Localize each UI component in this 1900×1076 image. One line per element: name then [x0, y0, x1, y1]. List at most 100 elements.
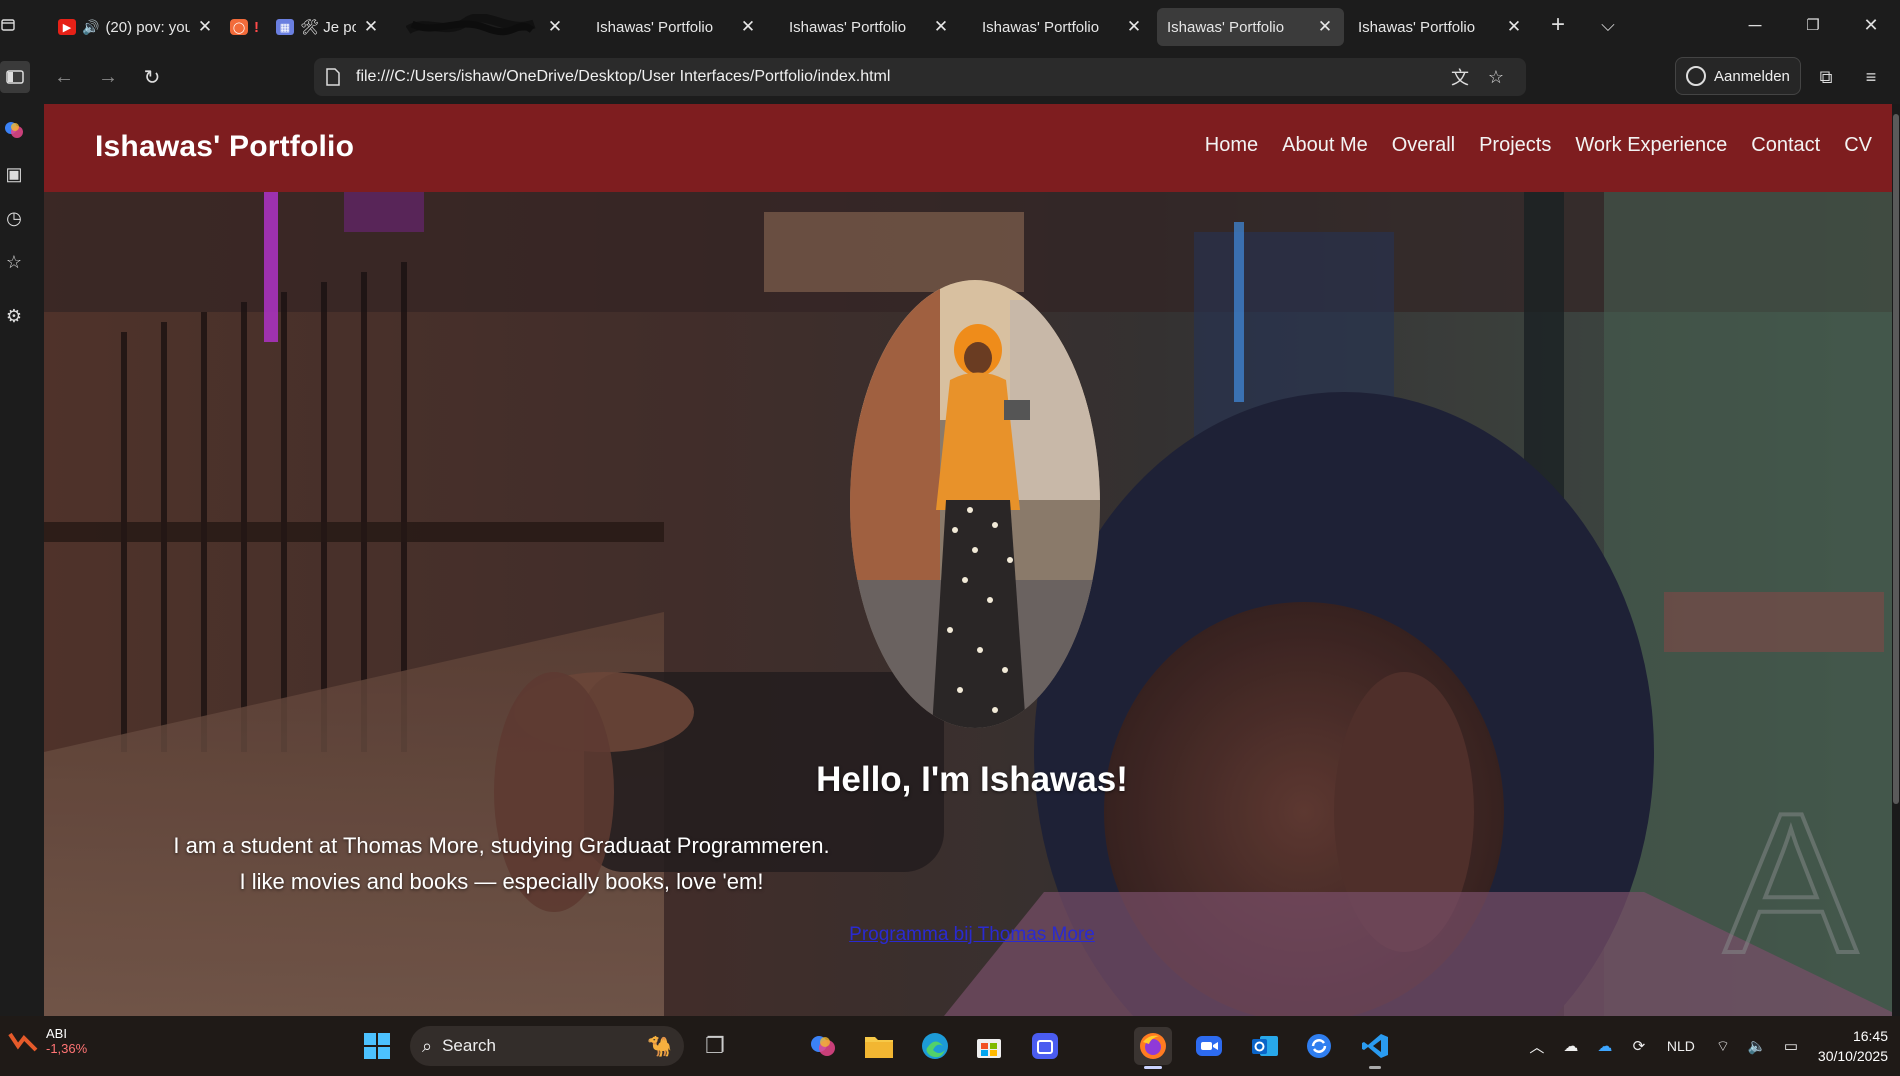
close-tab-icon[interactable]: ✕: [1505, 17, 1523, 37]
settings-icon[interactable]: ⚙: [0, 302, 28, 330]
reload-button[interactable]: ↻: [130, 57, 174, 97]
language-indicator[interactable]: NLD: [1656, 1016, 1706, 1076]
tab-youtube[interactable]: ▶ 🔊 (20) pov: you'r ✕: [48, 8, 224, 46]
translate-icon[interactable]: 文: [1442, 64, 1478, 90]
file-explorer-app[interactable]: [860, 1027, 898, 1065]
minimize-button[interactable]: ─: [1726, 0, 1784, 50]
profile-portrait: [850, 280, 1100, 728]
calendar-icon: ▦: [276, 19, 294, 35]
system-tray: ︿ ☁ ☁ ⟳ NLD ⌔ 🔈 ▭ 16:45 30/10/2025: [1520, 1016, 1900, 1076]
nav-projects[interactable]: Projects: [1479, 134, 1551, 157]
volume-icon[interactable]: 🔈: [1740, 1016, 1774, 1076]
close-tab-icon[interactable]: ✕: [739, 17, 757, 37]
store-app[interactable]: [970, 1027, 1008, 1065]
stock-change: -1,36%: [46, 1041, 88, 1056]
extensions-icon[interactable]: ⧉: [1811, 62, 1841, 92]
tab-app[interactable]: ◯ !: [224, 8, 270, 46]
new-tab-button[interactable]: +: [1533, 0, 1583, 50]
back-button[interactable]: ←: [42, 57, 86, 97]
outlook-app[interactable]: [1246, 1027, 1284, 1065]
url-text[interactable]: file:///C:/Users/ishaw/OneDrive/Desktop/…: [356, 68, 1442, 86]
tab-portfolio-2[interactable]: Ishawas' Portfolio ✕: [767, 8, 960, 46]
close-tab-icon[interactable]: ✕: [1125, 17, 1143, 37]
close-window-button[interactable]: ✕: [1842, 0, 1900, 50]
cloud-grey-icon[interactable]: ☁: [1554, 1016, 1588, 1076]
edge-icon: [922, 1033, 948, 1059]
tab-title: Ishawas' Portfolio: [1358, 18, 1476, 36]
tab-actions-menu-button[interactable]: [0, 0, 16, 50]
folder-icon: [865, 1037, 893, 1058]
restore-button[interactable]: ❐: [1784, 0, 1842, 50]
start-button[interactable]: [358, 1027, 396, 1065]
copilot-icon[interactable]: [0, 116, 28, 144]
edge-app[interactable]: [916, 1027, 954, 1065]
copilot-app[interactable]: [804, 1027, 842, 1065]
outlook-icon: [1252, 1036, 1278, 1056]
windows-taskbar: ABI -1,36% ⌕ Search 🐪 ❐ ︿ ☁ ☁ ⟳ NLD ⌔ 🔈 …: [0, 1016, 1900, 1076]
favorites-icon[interactable]: ☆: [0, 248, 28, 276]
wifi-icon[interactable]: ⌔: [1706, 1016, 1740, 1076]
collections-icon[interactable]: ▣: [0, 160, 28, 188]
close-tab-icon[interactable]: ✕: [196, 17, 214, 37]
nav-about-me[interactable]: About Me: [1282, 134, 1368, 157]
page-scrollbar[interactable]: [1892, 104, 1900, 1016]
nav-overall[interactable]: Overall: [1392, 134, 1455, 157]
tab-list-button[interactable]: ⌵: [1583, 0, 1633, 50]
tab-je-portfolio[interactable]: ▦ 🛠 Je portfo ✕: [270, 8, 386, 46]
nav-contact[interactable]: Contact: [1751, 134, 1820, 157]
thomas-more-program-link[interactable]: Programma bij Thomas More: [849, 924, 1095, 945]
taskbar-search[interactable]: ⌕ Search 🐪: [410, 1026, 684, 1066]
sidebar-toggle-button[interactable]: [0, 61, 30, 93]
hero-section: A Hello, I'm Ishawas! I am a student at …: [44, 192, 1900, 1016]
show-hidden-icons-button[interactable]: ︿: [1520, 1016, 1554, 1076]
zoom-app[interactable]: [1190, 1027, 1228, 1065]
hero-intro-line-2: I like movies and books — especially boo…: [239, 869, 764, 894]
scrollbar-thumb[interactable]: [1893, 114, 1899, 804]
close-tab-icon[interactable]: ✕: [932, 17, 950, 37]
sidebar-icon: [6, 70, 24, 84]
browser-toolbar: ← → ↻ file:///C:/Users/ishaw/OneDrive/De…: [0, 50, 1900, 104]
site-nav: Home About Me Overall Projects Work Expe…: [1205, 134, 1872, 157]
tab-title: Ishawas' Portfolio: [1167, 18, 1285, 36]
tab-portfolio-3[interactable]: Ishawas' Portfolio ✕: [960, 8, 1153, 46]
copilot-app-icon: [811, 1036, 835, 1056]
tab-portfolio-5[interactable]: Ishawas' Portfolio ✕: [1344, 8, 1533, 46]
taskbar-clock[interactable]: 16:45 30/10/2025: [1818, 1026, 1888, 1066]
sign-in-label: Aanmelden: [1714, 67, 1790, 85]
menu-icon[interactable]: ≡: [1856, 62, 1886, 92]
arrow-right-icon: →: [98, 65, 118, 88]
tab-portfolio-active[interactable]: Ishawas' Portfolio ✕: [1157, 8, 1344, 46]
window-controls: ─ ❐ ✕: [1726, 0, 1900, 50]
favorite-star-icon[interactable]: ☆: [1478, 67, 1514, 88]
firefox-app[interactable]: [1134, 1027, 1172, 1069]
sync-app[interactable]: [1300, 1027, 1338, 1065]
stock-name: ABI: [46, 1026, 67, 1041]
stock-widget[interactable]: ABI -1,36%: [8, 1026, 87, 1056]
task-view-icon: ❐: [705, 1033, 725, 1058]
nav-cv[interactable]: CV: [1844, 134, 1872, 157]
tab-actions-icon: [1, 19, 15, 31]
tab-strip: ▶ 🔊 (20) pov: you'r ✕ ◯ ! ▦ 🛠 Je portfo …: [0, 0, 1900, 50]
battery-icon[interactable]: ▭: [1774, 1016, 1808, 1076]
task-view-button[interactable]: ❐: [696, 1027, 734, 1065]
nav-home[interactable]: Home: [1205, 134, 1258, 157]
address-bar[interactable]: file:///C:/Users/ishaw/OneDrive/Desktop/…: [314, 58, 1526, 96]
site-header: Ishawas' Portfolio Home About Me Overall…: [44, 104, 1900, 192]
hero-intro: I am a student at Thomas More, studying …: [44, 828, 959, 900]
audio-icon[interactable]: 🔊: [82, 19, 99, 36]
vscode-app[interactable]: [1356, 1027, 1394, 1069]
sync-status-icon[interactable]: ⟳: [1622, 1016, 1656, 1076]
nav-work-experience[interactable]: Work Experience: [1575, 134, 1727, 157]
close-tab-icon[interactable]: ✕: [1316, 17, 1334, 37]
close-tab-icon[interactable]: ✕: [546, 17, 564, 37]
site-brand[interactable]: Ishawas' Portfolio: [95, 130, 354, 164]
sign-in-button[interactable]: Aanmelden: [1675, 57, 1801, 95]
onedrive-icon[interactable]: ☁: [1588, 1016, 1622, 1076]
teams-calendar-app[interactable]: [1026, 1027, 1064, 1065]
tab-redacted[interactable]: ✕: [386, 8, 574, 46]
close-tab-icon[interactable]: ✕: [362, 17, 380, 37]
plus-icon: +: [1550, 11, 1565, 38]
history-icon[interactable]: ◷: [0, 204, 28, 232]
forward-button[interactable]: →: [86, 57, 130, 97]
tab-portfolio-1[interactable]: Ishawas' Portfolio ✕: [574, 8, 767, 46]
